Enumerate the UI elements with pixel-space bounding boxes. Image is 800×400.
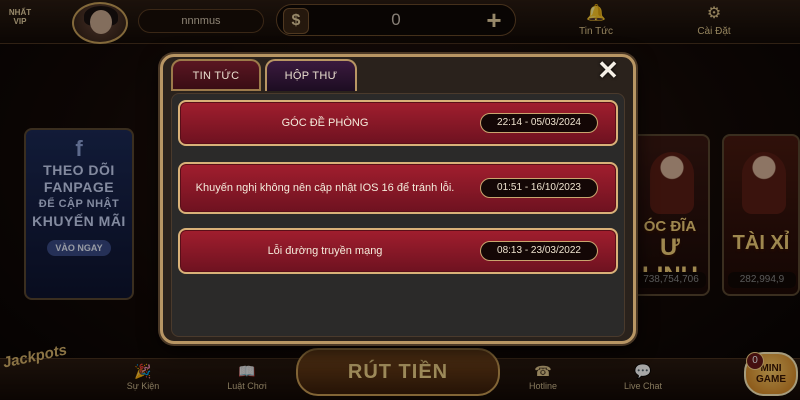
message-date: 01:51 - 16/10/2023 — [480, 178, 598, 198]
message-date: 22:14 - 05/03/2024 — [480, 113, 598, 133]
message-list: GÓC ĐỀ PHÒNG 22:14 - 05/03/2024 Khuyến n… — [171, 93, 625, 337]
game-lobby: NHẤT VIP nnnmus $ 0 + 🔔 Tin Tức ⚙ Cài Đặ… — [0, 0, 800, 400]
inbox-modal: TIN TỨC HỘP THƯ ✕ GÓC ĐỀ PHÒNG 22:14 - 0… — [160, 54, 636, 344]
tab-inbox[interactable]: HỘP THƯ — [265, 59, 357, 91]
message-item[interactable]: Khuyến nghị không nên cập nhật IOS 16 để… — [178, 162, 618, 214]
message-title: Lỗi đường truyền mạng — [267, 245, 383, 257]
message-title: Khuyến nghị không nên cập nhật IOS 16 để… — [195, 182, 455, 194]
message-item[interactable]: GÓC ĐỀ PHÒNG 22:14 - 05/03/2024 — [178, 100, 618, 146]
close-icon[interactable]: ✕ — [589, 55, 627, 85]
tab-news[interactable]: TIN TỨC — [171, 59, 261, 91]
message-date: 08:13 - 23/03/2022 — [480, 241, 598, 261]
message-title: GÓC ĐỀ PHÒNG — [281, 117, 369, 129]
message-item[interactable]: Lỗi đường truyền mạng 08:13 - 23/03/2022 — [178, 228, 618, 274]
